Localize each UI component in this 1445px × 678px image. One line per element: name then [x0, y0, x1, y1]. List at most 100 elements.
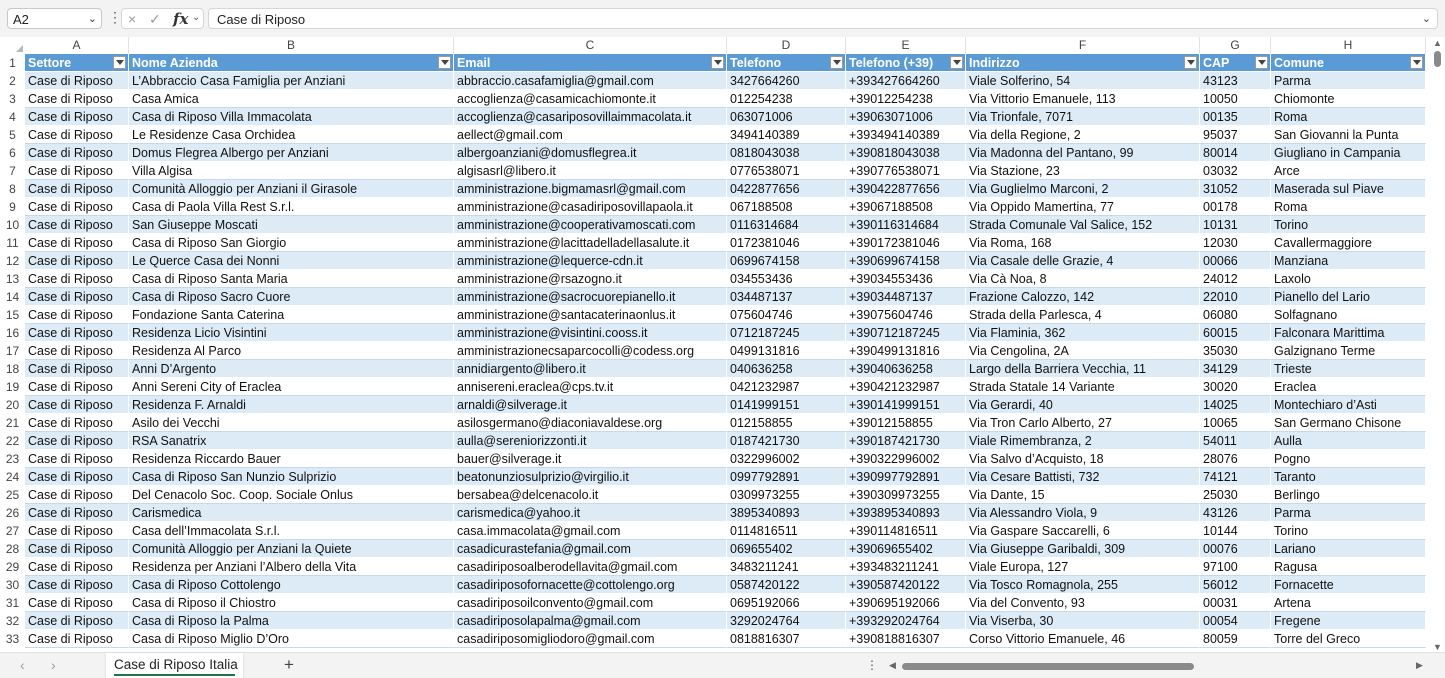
table-cell[interactable]: Carismedica [129, 504, 454, 522]
table-cell[interactable]: bauer@silverage.it [454, 450, 727, 468]
table-cell[interactable]: amministrazionecsaparcocolli@codess.org [454, 342, 727, 360]
scroll-up-icon[interactable]: ▲ [1433, 38, 1442, 48]
filter-dropdown-icon[interactable] [113, 56, 126, 69]
table-cell[interactable]: 60015 [1200, 324, 1271, 342]
table-cell[interactable]: Case di Riposo [25, 378, 129, 396]
table-cell[interactable]: Case di Riposo [25, 108, 129, 126]
row-number[interactable]: 14 [0, 288, 25, 306]
table-cell[interactable]: asilosgermano@diaconiavaldese.org [454, 414, 727, 432]
table-cell[interactable]: 10050 [1200, 90, 1271, 108]
table-cell[interactable]: Giugliano in Campania [1271, 144, 1426, 162]
table-cell[interactable]: 22010 [1200, 288, 1271, 306]
table-cell[interactable]: amministrazione@visintini.cooss.it [454, 324, 727, 342]
table-cell[interactable]: amministrazione@casadiriposovillapaola.i… [454, 198, 727, 216]
table-cell[interactable]: 74121 [1200, 468, 1271, 486]
table-cell[interactable]: Villa Algisa [129, 162, 454, 180]
table-cell[interactable]: Frazione Calozzo, 142 [966, 288, 1200, 306]
row-number[interactable]: 26 [0, 504, 25, 522]
row-number[interactable]: 31 [0, 594, 25, 612]
table-cell[interactable]: algisasrl@libero.it [454, 162, 727, 180]
filter-dropdown-icon[interactable] [1410, 56, 1423, 69]
table-cell[interactable]: 0818043038 [727, 144, 846, 162]
table-cell[interactable]: 012158855 [727, 414, 846, 432]
table-cell[interactable]: Trieste [1271, 360, 1426, 378]
table-cell[interactable]: Casa di Riposo il Chiostro [129, 594, 454, 612]
table-cell[interactable]: 0421232987 [727, 378, 846, 396]
table-cell[interactable]: Via Roma, 168 [966, 234, 1200, 252]
table-cell[interactable]: +390499131816 [846, 342, 966, 360]
table-cell[interactable]: Case di Riposo [25, 360, 129, 378]
filter-dropdown-icon[interactable] [711, 56, 724, 69]
table-cell[interactable]: casadiriposofornacette@cottolengo.org [454, 576, 727, 594]
column-header-cell[interactable]: CAP [1200, 54, 1271, 72]
table-cell[interactable]: Strada Comunale Val Salice, 152 [966, 216, 1200, 234]
table-cell[interactable]: Via Casale delle Grazie, 4 [966, 252, 1200, 270]
table-cell[interactable]: 3895340893 [727, 504, 846, 522]
table-cell[interactable]: Manziana [1271, 252, 1426, 270]
table-cell[interactable]: Maserada sul Piave [1271, 180, 1426, 198]
table-cell[interactable]: Via Trionfale, 7071 [966, 108, 1200, 126]
table-cell[interactable]: Viale Rimembranza, 2 [966, 432, 1200, 450]
column-header-c[interactable]: C [454, 37, 727, 54]
table-cell[interactable]: Lariano [1271, 540, 1426, 558]
table-cell[interactable]: bersabea@delcenacolo.it [454, 486, 727, 504]
table-cell[interactable]: 80059 [1200, 630, 1271, 648]
table-cell[interactable]: Case di Riposo [25, 270, 129, 288]
table-cell[interactable]: Via Stazione, 23 [966, 162, 1200, 180]
table-cell[interactable]: Torino [1271, 522, 1426, 540]
confirm-icon[interactable]: ✓ [149, 11, 161, 28]
table-cell[interactable]: abbraccio.casafamiglia@gmail.com [454, 72, 727, 90]
table-cell[interactable]: 97100 [1200, 558, 1271, 576]
row-number[interactable]: 25 [0, 486, 25, 504]
table-cell[interactable]: Ragusa [1271, 558, 1426, 576]
table-cell[interactable]: +390997792891 [846, 468, 966, 486]
row-number[interactable]: 16 [0, 324, 25, 342]
table-cell[interactable]: accoglienza@casamicachiomonte.it [454, 90, 727, 108]
table-cell[interactable]: +390818043038 [846, 144, 966, 162]
table-cell[interactable]: 56012 [1200, 576, 1271, 594]
table-cell[interactable]: +390421232987 [846, 378, 966, 396]
row-number[interactable]: 23 [0, 450, 25, 468]
column-header-h[interactable]: H [1271, 37, 1426, 54]
table-cell[interactable]: 10131 [1200, 216, 1271, 234]
formula-input[interactable]: Case di Riposo ⌄ [208, 8, 1438, 29]
table-cell[interactable]: Pogno [1271, 450, 1426, 468]
column-header-cell[interactable]: Comune [1271, 54, 1426, 72]
table-cell[interactable]: +393292024764 [846, 612, 966, 630]
table-cell[interactable]: Strada Statale 14 Variante [966, 378, 1200, 396]
next-sheet-icon[interactable]: › [51, 657, 56, 673]
table-cell[interactable]: 43123 [1200, 72, 1271, 90]
table-cell[interactable]: 00054 [1200, 612, 1271, 630]
table-cell[interactable]: +390712187245 [846, 324, 966, 342]
filter-dropdown-icon[interactable] [438, 56, 451, 69]
column-header-cell[interactable]: Email [454, 54, 727, 72]
table-cell[interactable]: 0422877656 [727, 180, 846, 198]
table-cell[interactable]: Torre del Greco [1271, 630, 1426, 648]
table-cell[interactable]: Case di Riposo [25, 126, 129, 144]
table-cell[interactable]: Case di Riposo [25, 216, 129, 234]
table-cell[interactable]: San Giovanni la Punta [1271, 126, 1426, 144]
table-cell[interactable]: 0712187245 [727, 324, 846, 342]
table-cell[interactable]: Casa Amica [129, 90, 454, 108]
column-header-cell[interactable]: Telefono [727, 54, 846, 72]
table-cell[interactable]: RSA Sanatrix [129, 432, 454, 450]
table-cell[interactable]: Arce [1271, 162, 1426, 180]
table-cell[interactable]: Case di Riposo [25, 90, 129, 108]
table-cell[interactable]: Pianello del Lario [1271, 288, 1426, 306]
name-box[interactable]: A2 ⌄ [7, 8, 102, 29]
more-options-icon[interactable]: ⋮ [866, 658, 878, 672]
table-cell[interactable]: +390172381046 [846, 234, 966, 252]
table-cell[interactable]: annidiargento@libero.it [454, 360, 727, 378]
table-cell[interactable]: Aulla [1271, 432, 1426, 450]
table-cell[interactable]: 00031 [1200, 594, 1271, 612]
table-cell[interactable]: casadiriposoilconvento@gmail.com [454, 594, 727, 612]
table-cell[interactable]: 31052 [1200, 180, 1271, 198]
row-number[interactable]: 19 [0, 378, 25, 396]
table-cell[interactable]: beatonunziosulprizio@virgilio.it [454, 468, 727, 486]
table-cell[interactable]: +39063071006 [846, 108, 966, 126]
table-cell[interactable]: Casa di Riposo San Nunzio Sulprizio [129, 468, 454, 486]
table-cell[interactable]: Case di Riposo [25, 504, 129, 522]
table-cell[interactable]: 00135 [1200, 108, 1271, 126]
table-cell[interactable]: 0309973255 [727, 486, 846, 504]
row-number[interactable]: 17 [0, 342, 25, 360]
